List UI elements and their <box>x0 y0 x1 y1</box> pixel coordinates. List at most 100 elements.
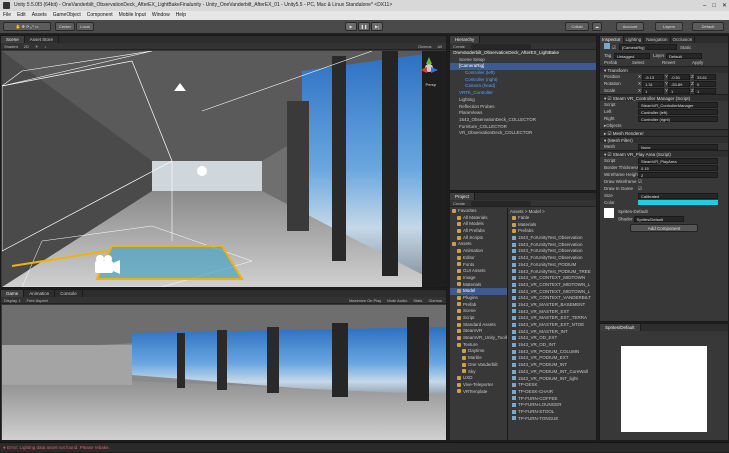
project-file-item[interactable]: 1543_VR_MASTER_INT <box>510 329 596 336</box>
project-file-item[interactable]: 1543_VR_CONTEXT_MIDTOWN_L <box>510 289 596 296</box>
maximize-on-play-toggle[interactable]: Maximize On Play <box>349 297 381 303</box>
menu-item-edit[interactable]: Edit <box>17 11 26 20</box>
lighting-toggle-icon[interactable]: ☀ <box>35 43 39 49</box>
hierarchy-create-button[interactable]: Create <box>453 43 465 49</box>
project-folder-item[interactable]: UXD <box>450 375 507 382</box>
project-file-item[interactable]: 1543_VR_PODIUM_COLUMN <box>510 349 596 356</box>
project-folder-item[interactable]: Scene <box>450 308 507 315</box>
step-button[interactable]: ▶| <box>371 22 383 31</box>
project-file-item[interactable]: Prefabs <box>510 228 596 235</box>
hierarchy-item[interactable]: PlaneViews <box>450 110 596 117</box>
rotation-x-field[interactable]: 1.31 <box>642 80 664 87</box>
tab-lighting[interactable]: Lighting <box>624 36 645 43</box>
pa-draw-in-game-checkbox[interactable]: ☑ <box>638 185 642 192</box>
tab-inspector[interactable]: Inspector <box>600 36 624 43</box>
project-file-item[interactable]: TP-DESK-CHAIR <box>510 389 596 396</box>
audio-toggle-icon[interactable]: ♪ <box>45 43 47 49</box>
pa-script-field[interactable]: SteamVR_PlayArea <box>638 157 718 164</box>
project-folder-item[interactable]: Daytime <box>450 348 507 355</box>
layer-dropdown[interactable]: Default <box>666 52 702 59</box>
transform-header[interactable]: ▾ Transform <box>600 66 728 73</box>
account-dropdown[interactable]: Account <box>616 22 644 31</box>
tab-game[interactable]: Game <box>1 290 25 297</box>
prefab-apply-button[interactable]: Apply <box>692 59 703 66</box>
mesh-field[interactable]: None <box>638 143 718 150</box>
object-name-field[interactable]: [CameraRig] <box>619 44 678 50</box>
hierarchy-item[interactable]: VR_ObservationDeck_COLLECTOR <box>450 130 596 137</box>
rotation-z-field[interactable]: 0 <box>694 80 716 87</box>
controller-manager-header[interactable]: ▾ ☑ Steam VR_Controller Manager (Script) <box>600 94 728 101</box>
static-toggle[interactable]: Static <box>680 43 691 52</box>
tab-project[interactable]: Project <box>450 193 476 200</box>
project-folder-item[interactable]: VRTemplate <box>450 389 507 396</box>
game-viewport[interactable] <box>2 305 446 440</box>
pa-draw-wireframe-checkbox[interactable]: ☑ <box>638 178 642 185</box>
pa-size-dropdown[interactable]: Calibrated <box>638 192 718 199</box>
project-folder-item[interactable]: All Materials <box>450 215 507 222</box>
tab-navigation[interactable]: Navigation <box>644 36 671 43</box>
hierarchy-item[interactable]: Camera (head) <box>450 83 596 90</box>
position-x-field[interactable]: -5.13 <box>642 73 664 80</box>
menu-item-assets[interactable]: Assets <box>32 11 47 20</box>
project-file-item[interactable]: TP-FURN-TONGUE <box>510 416 596 423</box>
hierarchy-item[interactable]: 1543_ObservationDeck_COLLECTOR <box>450 117 596 124</box>
mute-audio-toggle[interactable]: Mute Audio <box>387 297 407 303</box>
hierarchy-scene-root[interactable]: OneVanderbilt_ObservationDeck_AfterEX_Li… <box>450 50 596 57</box>
pivot-center-button[interactable]: Center <box>55 22 75 31</box>
project-folder-item[interactable]: Image <box>450 275 507 282</box>
project-file-item[interactable]: 1543_ForUnityTest_Observation <box>510 255 596 262</box>
project-folder-item[interactable]: Sky <box>450 369 507 376</box>
pa-border-field[interactable]: 0.15 <box>638 164 718 171</box>
project-file-item[interactable]: TP-FURN-STOOL <box>510 409 596 416</box>
project-file-item[interactable]: 1543_VR_PODIUM_INT_CoreWall <box>510 369 596 376</box>
project-folder-item[interactable]: Prefab <box>450 302 507 309</box>
project-file-item[interactable]: 1543_VR_CONTEXT_VANDERBILT <box>510 295 596 302</box>
project-file-item[interactable]: Fable <box>510 215 596 222</box>
project-folder-item[interactable]: Fonts <box>450 262 507 269</box>
pause-button[interactable]: ❚❚ <box>358 22 370 31</box>
project-file-item[interactable]: 1543_VR_MASTER_EXT <box>510 309 596 316</box>
project-file-item[interactable]: 1543_VR_PODIUM_INT <box>510 362 596 369</box>
rotation-y-field[interactable]: -53.89 <box>668 80 690 87</box>
project-folder-item[interactable]: Script <box>450 315 507 322</box>
layers-dropdown[interactable]: Layers <box>655 22 683 31</box>
hierarchy-item[interactable]: VRTK_Controller <box>450 90 596 97</box>
project-folder-item[interactable]: All Models <box>450 221 507 228</box>
pa-wireframe-field[interactable]: 2 <box>638 171 718 178</box>
tab-animation[interactable]: Animation <box>24 290 56 297</box>
shading-dropdown[interactable]: Shaded <box>4 43 18 49</box>
tag-dropdown[interactable]: Untagged <box>614 52 650 59</box>
project-folder-item[interactable]: Favorites <box>450 208 507 215</box>
project-file-item[interactable]: 1543_VR_OD_INT <box>510 342 596 349</box>
project-folder-item[interactable]: All Scripts <box>450 235 507 242</box>
project-file-item[interactable]: 1543_ForUnityTest_Observation <box>510 248 596 255</box>
project-folder-item[interactable]: SteamVR_Unity_Toolkit <box>450 335 507 342</box>
prefab-select-button[interactable]: Select <box>632 59 662 66</box>
display-dropdown[interactable]: Display 1 <box>4 297 20 303</box>
project-file-item[interactable]: 1543_VR_CONTEXT_MIDTOWN <box>510 275 596 282</box>
aspect-dropdown[interactable]: Free Aspect <box>26 297 47 303</box>
project-file-item[interactable]: TP-FURN-LOUNGER <box>510 402 596 409</box>
scale-y-field[interactable]: 1 <box>668 87 690 94</box>
project-folder-item[interactable]: Assets <box>450 241 507 248</box>
game-gizmos-dropdown[interactable]: Gizmos <box>428 297 442 303</box>
project-file-item[interactable]: 1543_ForUnityTest_Observation <box>510 242 596 249</box>
project-folder-item[interactable]: Marble <box>450 355 507 362</box>
hierarchy-search-input[interactable] <box>471 44 532 49</box>
menu-item-help[interactable]: Help <box>176 11 186 20</box>
menu-item-gameobject[interactable]: GameObject <box>53 11 81 20</box>
scale-z-field[interactable]: 1 <box>694 87 716 94</box>
tab-occlusion[interactable]: Occlusion <box>671 36 696 43</box>
project-folder-item[interactable]: SteamVR <box>450 328 507 335</box>
cm-script-field[interactable]: SteamVR_ControllerManager <box>638 101 718 108</box>
project-file-item[interactable]: 1543_VR_CONTEXT_MIDTOWN_L <box>510 282 596 289</box>
collab-button[interactable]: Collab <box>565 22 589 31</box>
project-folder-item[interactable]: Vive-Teleporter <box>450 382 507 389</box>
project-folder-item[interactable]: One Vanderbilt <box>450 362 507 369</box>
project-search-input[interactable] <box>471 201 532 206</box>
tab-asset-store[interactable]: Asset Store <box>25 36 60 43</box>
project-folder-item[interactable]: Texture <box>450 342 507 349</box>
hierarchy-item[interactable]: Scene Setup <box>450 57 596 64</box>
cm-objects-row[interactable]: ▸ Objects <box>600 122 728 129</box>
project-file-item[interactable]: 1543_ForUnityTest_PODIUM <box>510 262 596 269</box>
